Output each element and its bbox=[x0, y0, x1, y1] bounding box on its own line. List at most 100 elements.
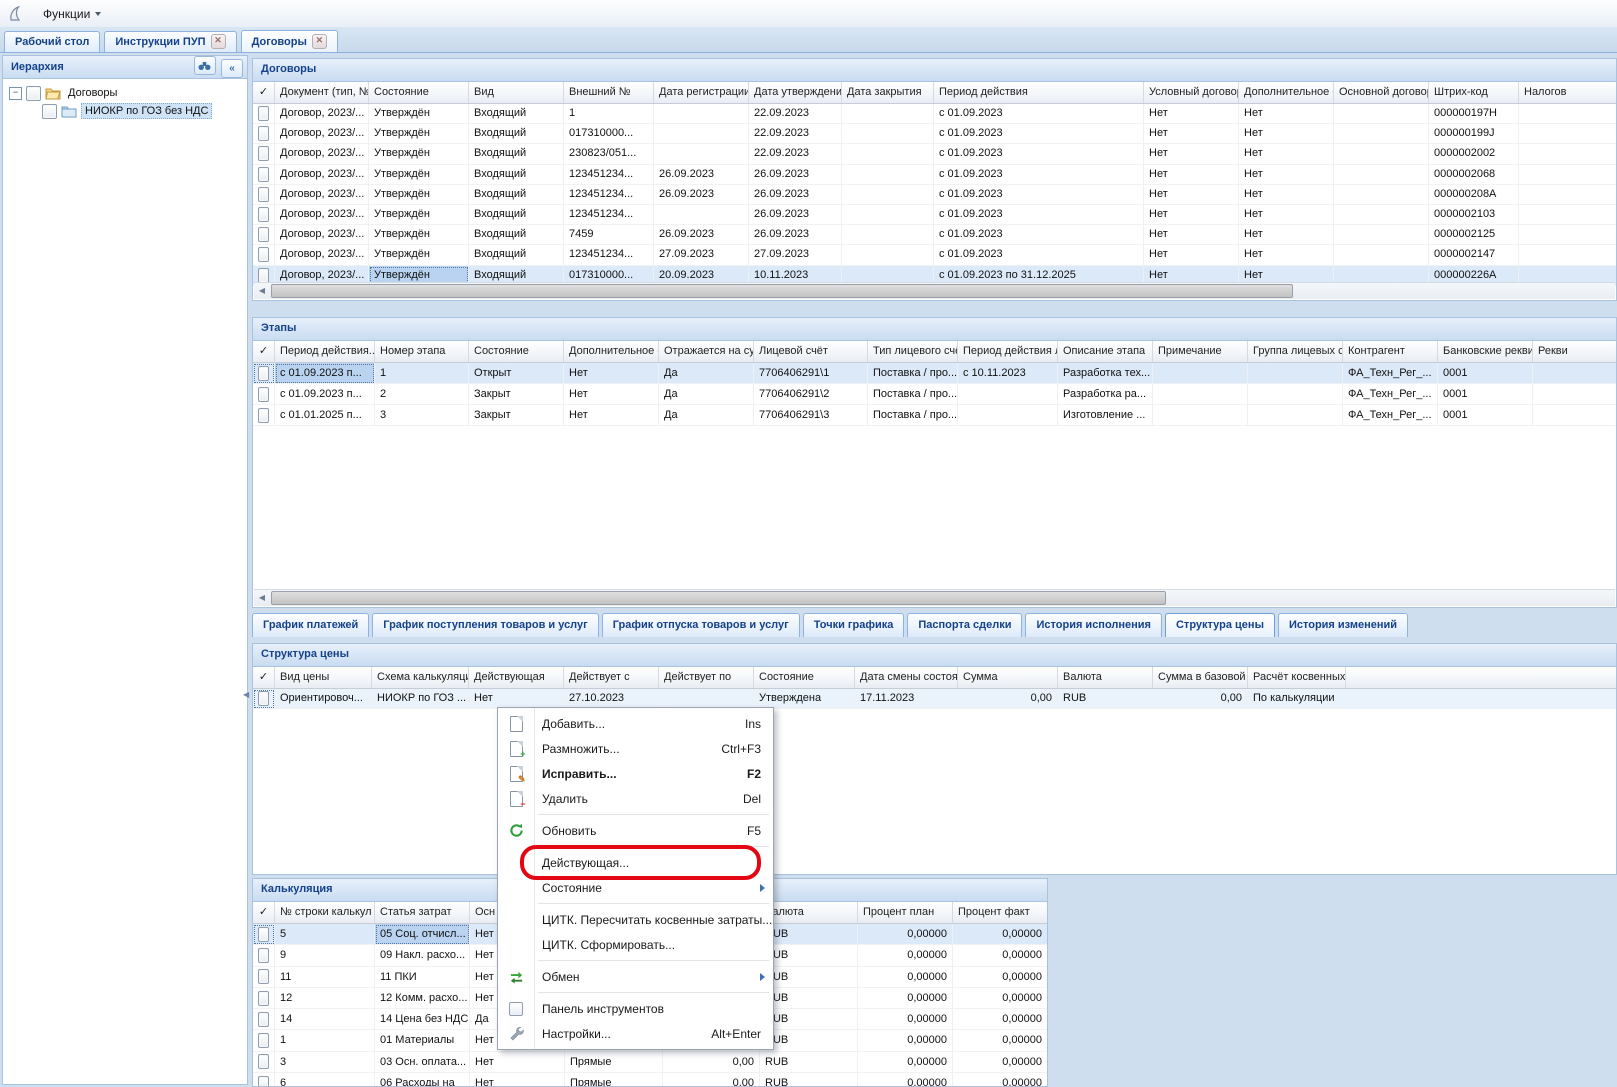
row-checkbox-cell[interactable] bbox=[253, 225, 275, 245]
detail-tab[interactable]: Структура цены bbox=[1165, 613, 1275, 637]
row-checkbox[interactable] bbox=[258, 408, 269, 423]
row-checkbox[interactable] bbox=[258, 1012, 269, 1027]
detail-tab[interactable]: График отпуска товаров и услуг bbox=[602, 613, 800, 637]
table-row[interactable]: 303 Осн. оплата...НетПрямые0,00RUB0,0000… bbox=[253, 1052, 1047, 1073]
row-checkbox-cell[interactable] bbox=[253, 988, 275, 1009]
row-checkbox[interactable] bbox=[258, 991, 269, 1006]
column-header[interactable]: Валюта bbox=[1058, 667, 1153, 688]
column-header[interactable]: Банковские рекви bbox=[1438, 341, 1533, 362]
column-header[interactable]: Состояние bbox=[369, 82, 469, 103]
row-checkbox[interactable] bbox=[258, 146, 269, 161]
main-tab[interactable]: Рабочий стол bbox=[4, 31, 100, 52]
context-menu-item[interactable]: Настройки...Alt+Enter bbox=[498, 1021, 773, 1046]
column-header[interactable]: Дата утверждения bbox=[749, 82, 842, 103]
column-header[interactable]: Состояние bbox=[754, 667, 855, 688]
detail-tab[interactable]: История изменений bbox=[1278, 613, 1408, 637]
check-column-header[interactable]: ✓ bbox=[253, 341, 275, 362]
tree-node[interactable]: НИОКР по ГОЗ без НДС bbox=[7, 102, 247, 120]
column-header[interactable]: Примечание bbox=[1153, 341, 1248, 362]
detail-tab[interactable]: История исполнения bbox=[1025, 613, 1162, 637]
column-header[interactable]: Рекви bbox=[1533, 341, 1617, 362]
check-column-header[interactable]: ✓ bbox=[253, 667, 275, 688]
row-checkbox-cell[interactable] bbox=[253, 1073, 275, 1087]
context-menu-item[interactable]: ЦИТК. Сформировать... bbox=[498, 932, 773, 957]
row-checkbox-cell[interactable] bbox=[253, 1030, 275, 1051]
table-row[interactable]: Договор, 2023/...УтверждёнВходящий745926… bbox=[253, 225, 1616, 245]
column-header[interactable]: Дата смены состоя bbox=[855, 667, 958, 688]
row-checkbox-cell[interactable] bbox=[253, 1009, 275, 1030]
row-checkbox-cell[interactable] bbox=[253, 144, 275, 164]
column-header[interactable]: Вид bbox=[469, 82, 564, 103]
context-menu-item[interactable]: −УдалитьDel bbox=[498, 786, 773, 811]
column-header[interactable]: Действует с bbox=[564, 667, 659, 688]
detail-tab[interactable]: Паспорта сделки bbox=[907, 613, 1022, 637]
row-checkbox-cell[interactable] bbox=[253, 124, 275, 144]
table-row[interactable]: с 01.01.2025 п...3ЗакрытНетДа7706406291\… bbox=[253, 405, 1616, 426]
row-checkbox[interactable] bbox=[258, 1033, 269, 1048]
column-header[interactable]: Период действия л bbox=[958, 341, 1058, 362]
menubar-item[interactable]: Функции bbox=[32, 1, 127, 27]
column-header[interactable]: Статья затрат bbox=[375, 902, 470, 923]
close-tab-icon[interactable]: ✕ bbox=[312, 34, 327, 49]
scrollbar-thumb[interactable] bbox=[271, 591, 1166, 605]
context-menu-item[interactable]: ЦИТК. Пересчитать косвенные затраты... bbox=[498, 907, 773, 932]
scroll-left-icon[interactable]: ◀ bbox=[254, 590, 270, 606]
column-header[interactable]: Дата регистрации. bbox=[654, 82, 749, 103]
column-header[interactable]: Группа лицевых с bbox=[1248, 341, 1343, 362]
row-checkbox[interactable] bbox=[258, 969, 269, 984]
column-header[interactable]: Сумма bbox=[958, 667, 1058, 688]
collapse-panel-icon[interactable]: « bbox=[221, 59, 243, 78]
row-checkbox-cell[interactable] bbox=[253, 363, 275, 384]
column-header[interactable]: Дата закрытия bbox=[842, 82, 934, 103]
row-checkbox-cell[interactable] bbox=[253, 689, 275, 709]
context-menu-item[interactable]: Панель инструментов bbox=[498, 996, 773, 1021]
contracts-horizontal-scrollbar[interactable]: ◀ bbox=[254, 282, 1615, 299]
main-tab[interactable]: Договоры✕ bbox=[241, 30, 338, 52]
column-header[interactable]: Действующая bbox=[469, 667, 564, 688]
tree-expander-icon[interactable]: − bbox=[9, 87, 22, 100]
context-menu-item[interactable]: Обмен bbox=[498, 964, 773, 989]
table-row[interactable]: Ориентировоч...НИОКР по ГОЗ ...Нет27.10.… bbox=[253, 689, 1616, 709]
row-checkbox[interactable] bbox=[258, 691, 269, 706]
row-checkbox[interactable] bbox=[258, 1076, 269, 1087]
search-icon[interactable] bbox=[194, 56, 216, 75]
column-header[interactable]: Схема калькуляци bbox=[372, 667, 469, 688]
column-header[interactable]: Условный договор bbox=[1144, 82, 1239, 103]
table-row[interactable]: Договор, 2023/...УтверждёнВходящий123451… bbox=[253, 205, 1616, 225]
context-menu-item[interactable]: +Размножить...Ctrl+F3 bbox=[498, 736, 773, 761]
table-row[interactable]: Договор, 2023/...УтверждёнВходящий230823… bbox=[253, 144, 1616, 164]
detail-tab[interactable]: График платежей bbox=[252, 613, 369, 637]
column-header[interactable]: Состояние bbox=[469, 341, 564, 362]
tree-node[interactable]: −Договоры bbox=[7, 84, 247, 102]
table-row[interactable]: с 01.09.2023 п...2ЗакрытНетДа7706406291\… bbox=[253, 384, 1616, 405]
scrollbar-thumb[interactable] bbox=[271, 284, 1293, 298]
column-header[interactable]: Процент план bbox=[858, 902, 953, 923]
column-header[interactable]: Действует по bbox=[659, 667, 754, 688]
column-header[interactable]: Основной договор bbox=[1334, 82, 1429, 103]
main-tab[interactable]: Инструкции ПУП✕ bbox=[104, 31, 236, 52]
table-row[interactable]: Договор, 2023/...УтверждёнВходящий123451… bbox=[253, 245, 1616, 265]
row-checkbox[interactable] bbox=[258, 247, 269, 262]
row-checkbox-cell[interactable] bbox=[253, 384, 275, 405]
row-checkbox-cell[interactable] bbox=[253, 104, 275, 124]
tree-checkbox[interactable] bbox=[42, 104, 57, 119]
row-checkbox[interactable] bbox=[258, 927, 269, 942]
scroll-left-icon[interactable]: ◀ bbox=[254, 283, 270, 299]
column-header[interactable]: Тип лицевого счёт bbox=[868, 341, 958, 362]
column-header[interactable]: Дополнительное с bbox=[564, 341, 659, 362]
context-menu-item[interactable]: Состояние bbox=[498, 875, 773, 900]
column-header[interactable]: Дополнительное с bbox=[1239, 82, 1334, 103]
column-header[interactable]: Штрих-код bbox=[1429, 82, 1519, 103]
row-checkbox-cell[interactable] bbox=[253, 967, 275, 988]
table-row[interactable]: Договор, 2023/...УтверждёнВходящий123451… bbox=[253, 165, 1616, 185]
row-checkbox[interactable] bbox=[258, 227, 269, 242]
table-row[interactable]: Договор, 2023/...УтверждёнВходящий123451… bbox=[253, 185, 1616, 205]
context-menu-item[interactable]: ✎Исправить...F2 bbox=[498, 761, 773, 786]
column-header[interactable]: Номер этапа bbox=[375, 341, 469, 362]
column-header[interactable]: Внешний № bbox=[564, 82, 654, 103]
row-checkbox-cell[interactable] bbox=[253, 945, 275, 966]
column-header[interactable]: Процент факт bbox=[953, 902, 1048, 923]
row-checkbox-cell[interactable] bbox=[253, 405, 275, 426]
table-row[interactable]: 606 Расходы наНетПрямые0,00RUB0,000000,0… bbox=[253, 1073, 1047, 1087]
column-header[interactable]: Валюта bbox=[760, 902, 858, 923]
